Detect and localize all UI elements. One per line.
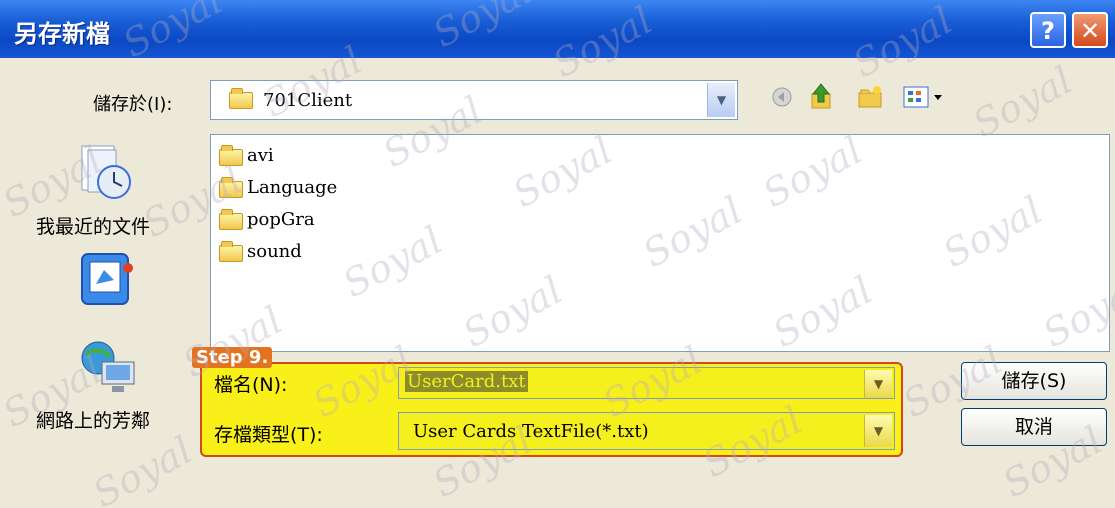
chevron-down-icon[interactable]: ▼ — [707, 83, 735, 117]
filename-value: UserCard.txt — [405, 371, 528, 392]
view-menu-icon[interactable] — [902, 84, 948, 116]
help-button[interactable]: ? — [1030, 12, 1066, 48]
filetype-dropdown[interactable]: User Cards TextFile(*.txt) ▼ — [398, 412, 895, 450]
folder-icon — [219, 177, 243, 198]
place-network-label[interactable]: 網路上的芳鄰 — [36, 406, 150, 433]
chevron-down-icon[interactable]: ▼ — [864, 370, 892, 398]
filename-label: 檔名(N): — [214, 374, 288, 396]
chevron-down-icon[interactable]: ▼ — [864, 415, 892, 447]
network-icon[interactable] — [78, 338, 140, 402]
step-badge: Step 9. — [192, 347, 273, 368]
filetype-value: User Cards TextFile(*.txt) — [413, 421, 649, 442]
folder-icon — [219, 209, 243, 230]
save-button[interactable]: 儲存(S) — [961, 362, 1107, 400]
filetype-label: 存檔類型(T): — [214, 424, 323, 446]
folder-icon — [219, 241, 243, 262]
desktop-icon[interactable] — [76, 248, 138, 314]
save-in-label: 儲存於(I): — [93, 94, 173, 115]
place-recent-label[interactable]: 我最近的文件 — [36, 212, 150, 239]
folder-icon — [219, 145, 243, 166]
back-icon[interactable] — [770, 84, 794, 116]
recent-docs-icon[interactable] — [78, 144, 136, 208]
up-folder-icon[interactable] — [808, 82, 834, 118]
places-bar: 我最近的文件 網路上的芳鄰 — [26, 128, 196, 498]
close-button[interactable]: ✕ — [1072, 12, 1108, 48]
save-as-dialog: 另存新檔 ? ✕ 儲存於(I): 701Client ▼ 我最近的文件 網路上的… — [0, 0, 1115, 508]
file-list[interactable]: avi Language popGra sound — [210, 134, 1110, 352]
filename-input[interactable]: UserCard.txt ▼ — [398, 367, 895, 399]
save-in-value: 701Client — [263, 90, 353, 111]
new-folder-icon[interactable] — [856, 84, 884, 116]
folder-icon — [229, 88, 253, 109]
watermark: Soyal — [965, 57, 1080, 147]
title-bar[interactable]: 另存新檔 ? ✕ — [0, 0, 1115, 58]
save-in-dropdown[interactable]: 701Client ▼ — [210, 80, 738, 120]
cancel-button[interactable]: 取消 — [961, 408, 1107, 446]
dialog-title: 另存新檔 — [14, 20, 110, 48]
